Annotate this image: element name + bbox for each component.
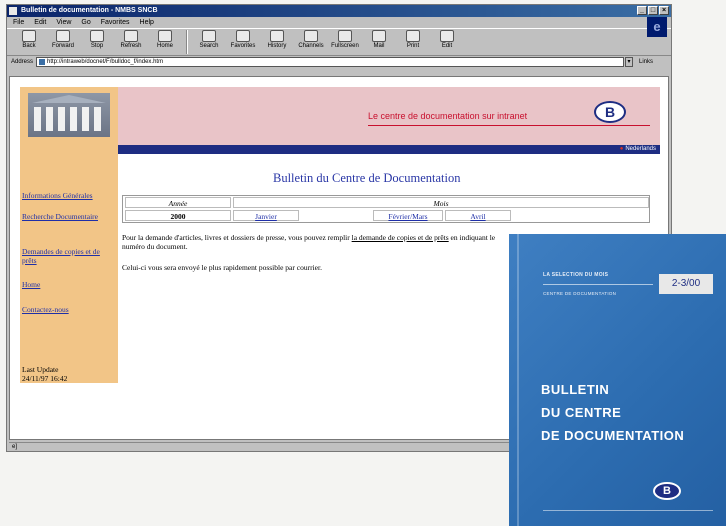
home-button[interactable]: Home xyxy=(149,30,181,54)
browser-app-icon xyxy=(9,7,17,15)
banner-title: Le centre de documentation sur intranet xyxy=(368,111,528,121)
forward-button[interactable]: Forward xyxy=(47,30,79,54)
bulletin-brochure: LA SELECTION DU MOIS CENTRE DE DOCUMENTA… xyxy=(509,234,726,526)
print-button[interactable]: Print xyxy=(397,30,429,54)
building-roof xyxy=(32,95,106,103)
menu-edit[interactable]: Edit xyxy=(34,17,46,28)
toolbar-separator xyxy=(186,30,188,54)
nav-home[interactable]: Home xyxy=(22,280,114,289)
month-link-avril[interactable]: Avril xyxy=(445,210,511,221)
brochure-selection-label: LA SELECTION DU MOIS xyxy=(543,272,609,278)
menu-file[interactable]: File xyxy=(13,17,24,28)
table-header-month: Mois xyxy=(233,197,649,208)
month-link-janvier[interactable]: Janvier xyxy=(233,210,299,221)
brochure-divider xyxy=(543,284,653,285)
brochure-title-line-3: DE DOCUMENTATION xyxy=(541,428,685,443)
menu-view[interactable]: View xyxy=(56,17,71,28)
favorites-button[interactable]: Favorites xyxy=(227,30,259,54)
maximize-button[interactable]: □ xyxy=(648,6,658,15)
edit-icon xyxy=(440,30,454,42)
toolbar: Back Forward Stop Refresh Home Search Fa… xyxy=(7,28,671,56)
banner-underline xyxy=(368,125,650,126)
address-input[interactable]: http://intraweb/docnet/F/bulldoc_f/index… xyxy=(36,57,625,67)
page-title: Bulletin du Centre de Documentation xyxy=(273,171,461,185)
last-update-value: 24/11/97 16:42 xyxy=(22,374,68,383)
stop-icon xyxy=(90,30,104,42)
brochure-centre-label: CENTRE DE DOCUMENTATION xyxy=(543,291,617,296)
language-bar: Nederlands xyxy=(118,145,660,154)
back-button[interactable]: Back xyxy=(13,30,45,54)
title-bar: Bulletin de documentation - NMBS SNCB _ … xyxy=(7,5,671,17)
table-cell-year: 2000 xyxy=(125,210,231,221)
left-navigation: Informations Générales Recherche Documen… xyxy=(20,87,118,383)
forward-arrow-icon xyxy=(56,30,70,42)
address-dropdown-button[interactable]: ▾ xyxy=(625,57,634,67)
home-icon xyxy=(158,30,172,42)
language-link-nederlands[interactable]: Nederlands xyxy=(620,146,656,153)
last-update: Last Update 24/11/97 16:42 xyxy=(22,365,67,383)
mail-icon xyxy=(372,30,386,42)
fullscreen-icon xyxy=(338,30,352,42)
channels-icon xyxy=(304,30,318,42)
favorites-icon xyxy=(236,30,250,42)
sncb-logo-icon: B xyxy=(594,101,626,123)
search-icon xyxy=(202,30,216,42)
refresh-icon xyxy=(124,30,138,42)
ie-logo-icon: e xyxy=(647,17,667,37)
stop-button[interactable]: Stop xyxy=(81,30,113,54)
mail-button[interactable]: Mail xyxy=(363,30,395,54)
fullscreen-button[interactable]: Fullscreen xyxy=(329,30,361,54)
brochure-spine xyxy=(517,234,519,526)
building-logo xyxy=(28,93,110,137)
brochure-sncb-logo-icon: B xyxy=(653,482,681,500)
menu-help[interactable]: Help xyxy=(140,17,154,28)
delivery-paragraph: Celui-ci vous sera envoyé le plus rapide… xyxy=(122,263,322,272)
window-controls: _ □ × xyxy=(637,6,669,15)
brochure-footer-line xyxy=(543,510,713,511)
address-label: Address xyxy=(11,59,34,65)
window-title: Bulletin de documentation - NMBS SNCB xyxy=(21,7,158,14)
search-button[interactable]: Search xyxy=(193,30,225,54)
nav-demandes-copies[interactable]: Demandes de copies et de prêts xyxy=(22,247,114,265)
menu-go[interactable]: Go xyxy=(81,17,90,28)
history-button[interactable]: History xyxy=(261,30,293,54)
refresh-button[interactable]: Refresh xyxy=(115,30,147,54)
table-header-year: Année xyxy=(125,197,231,208)
nav-contactez-nous[interactable]: Contactez-nous xyxy=(22,305,114,314)
history-icon xyxy=(270,30,284,42)
minimize-button[interactable]: _ xyxy=(637,6,647,15)
channels-button[interactable]: Channels xyxy=(295,30,327,54)
request-form-link[interactable]: la demande de copies et de prêts xyxy=(352,233,449,242)
brochure-title-line-1: BULLETIN xyxy=(541,382,610,397)
menu-bar: File Edit View Go Favorites Help e xyxy=(7,17,671,37)
brochure-issue-badge: 2-3/00 xyxy=(659,274,713,294)
last-update-label: Last Update xyxy=(22,365,59,374)
nav-recherche-documentaire[interactable]: Recherche Documentaire xyxy=(22,212,114,221)
edit-button[interactable]: Edit xyxy=(431,30,463,54)
brochure-title-line-2: DU CENTRE xyxy=(541,405,622,420)
close-button[interactable]: × xyxy=(659,6,669,15)
address-bar: Address http://intraweb/docnet/F/bulldoc… xyxy=(7,56,671,68)
print-icon xyxy=(406,30,420,42)
menu-favorites[interactable]: Favorites xyxy=(101,17,130,28)
site-banner: Le centre de documentation sur intranet … xyxy=(118,87,660,145)
month-link-fevrier-mars[interactable]: Février/Mars xyxy=(373,210,443,221)
links-button[interactable]: Links xyxy=(639,59,653,65)
nav-informations-generales[interactable]: Informations Générales xyxy=(22,191,114,200)
building-columns xyxy=(34,107,104,131)
back-arrow-icon xyxy=(22,30,36,42)
bulletin-table: Année Mois 2000 Janvier Février/Mars Avr… xyxy=(122,195,650,223)
